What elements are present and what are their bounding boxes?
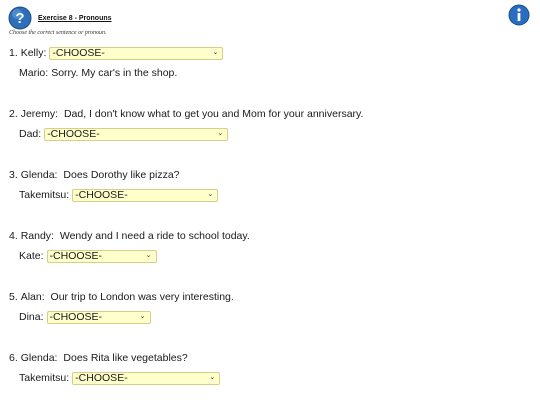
instructions: Choose the correct sentence or pronoun.	[9, 30, 107, 36]
exercise-2: 2. Jeremy: Dad, I don't know what to get…	[9, 107, 363, 141]
speaker-a: Jeremy:	[20, 108, 61, 120]
chevron-down-icon: ⌄	[209, 374, 216, 381]
exercise-number: 2.	[9, 108, 18, 120]
info-icon[interactable]	[508, 4, 530, 26]
exercise-number: 4.	[9, 230, 18, 242]
select-value: -CHOOSE-	[47, 128, 100, 140]
exercise-5: 5. Alan: Our trip to London was very int…	[9, 290, 234, 324]
speaker-a: Alan:	[20, 291, 48, 303]
chevron-down-icon: ⌄	[212, 49, 219, 56]
header: ? Exercise 8 - Pronouns	[8, 6, 112, 30]
svg-text:?: ?	[15, 10, 24, 27]
dialogue-line: Our trip to London was very interesting.	[50, 291, 234, 303]
speaker-b: Dad:	[19, 128, 42, 140]
chevron-down-icon: ⌄	[207, 191, 214, 198]
exercise-6: 6. Glenda: Does Rita like vegetables? Ta…	[9, 351, 221, 385]
exercise-number: 5.	[9, 291, 18, 303]
speaker-a: Randy:	[20, 230, 57, 242]
speaker-b: Takemitsu:	[19, 189, 70, 201]
dialogue-line: Does Dorothy like pizza?	[63, 169, 180, 181]
exercise-number: 1.	[9, 47, 18, 59]
exercise-number: 6.	[9, 352, 18, 364]
speaker-a: Glenda:	[20, 352, 61, 364]
chevron-down-icon: ⌄	[139, 313, 146, 320]
dialogue-line: Does Rita like vegetables?	[63, 352, 188, 364]
select-value: -CHOOSE-	[75, 372, 128, 384]
speaker-b: Dina:	[19, 311, 44, 323]
answer-select-2[interactable]: -CHOOSE- ⌄	[44, 127, 229, 141]
dialogue-line: Sorry. My car's in the shop.	[51, 67, 178, 79]
help-icon[interactable]: ?	[8, 6, 32, 30]
exercise-number: 3.	[9, 169, 18, 181]
exercise-1: 1. Kelly: -CHOOSE- ⌄ Mario: Sorry. My ca…	[9, 46, 224, 80]
dialogue-line: Dad, I don't know what to get you and Mo…	[63, 108, 364, 120]
speaker-b: Mario:	[19, 67, 49, 79]
answer-select-4[interactable]: -CHOOSE- ⌄	[46, 249, 157, 263]
exercise-3: 3. Glenda: Does Dorothy like pizza? Take…	[9, 168, 219, 202]
select-value: -CHOOSE-	[49, 311, 103, 323]
select-value: -CHOOSE-	[52, 47, 105, 59]
answer-select-6[interactable]: -CHOOSE- ⌄	[72, 371, 221, 385]
page-title: Exercise 8 - Pronouns	[38, 14, 112, 22]
dialogue-line: Wendy and I need a ride to school today.	[59, 230, 250, 242]
speaker-a: Glenda:	[20, 169, 61, 181]
answer-select-3[interactable]: -CHOOSE- ⌄	[72, 188, 219, 202]
answer-select-5[interactable]: -CHOOSE- ⌄	[46, 310, 151, 324]
speaker-b: Takemitsu:	[19, 372, 70, 384]
select-value: -CHOOSE-	[49, 250, 103, 262]
speaker-b: Kate:	[19, 250, 44, 262]
chevron-down-icon: ⌄	[145, 252, 152, 259]
speaker-a: Kelly:	[20, 47, 47, 59]
exercise-4: 4. Randy: Wendy and I need a ride to sch…	[9, 229, 250, 263]
select-value: -CHOOSE-	[75, 189, 128, 201]
chevron-down-icon: ⌄	[217, 130, 224, 137]
answer-select-1[interactable]: -CHOOSE- ⌄	[49, 46, 224, 60]
